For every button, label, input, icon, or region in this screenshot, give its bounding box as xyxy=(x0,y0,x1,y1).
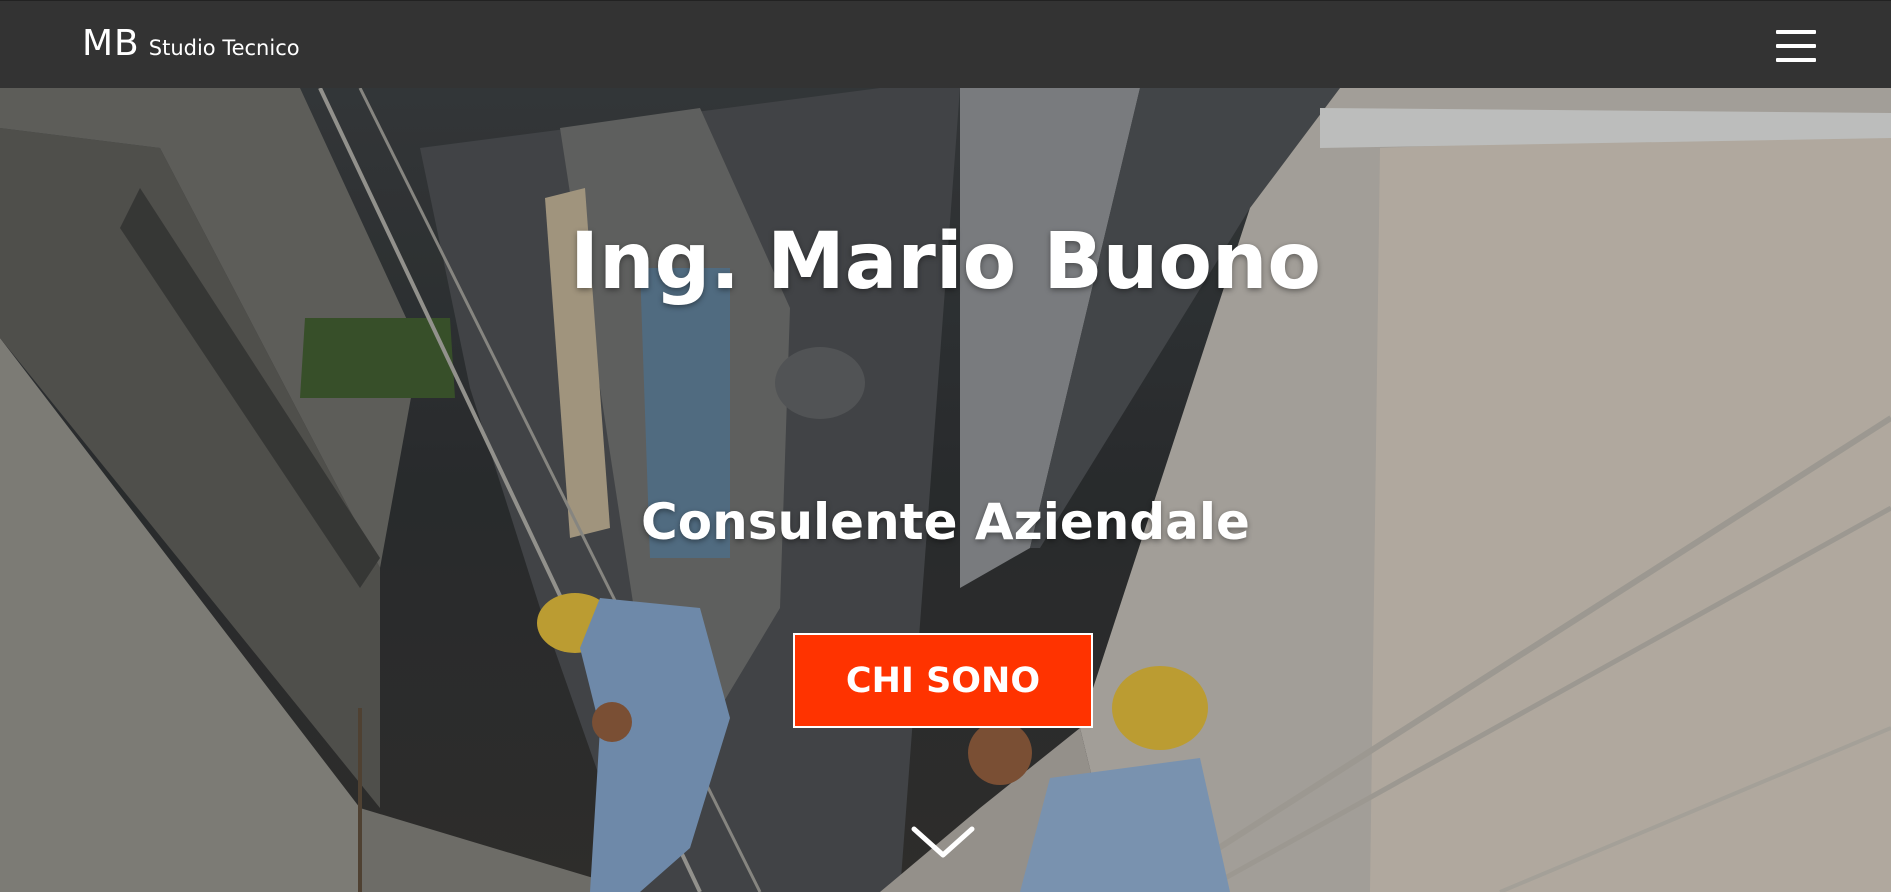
hero-subtitle: Consulente Aziendale xyxy=(641,492,1250,551)
hero-section: Ing. Mario Buono Consulente Aziendale CH… xyxy=(0,88,1891,892)
hero-overlay xyxy=(0,88,1891,892)
hero-title: Ing. Mario Buono xyxy=(569,217,1322,308)
brand-mark: MB xyxy=(82,23,140,64)
chevron-down-icon[interactable] xyxy=(910,823,976,863)
chi-sono-button[interactable]: CHI SONO xyxy=(793,633,1093,728)
navbar: MB Studio Tecnico xyxy=(0,0,1891,88)
menu-bar xyxy=(1776,30,1816,34)
menu-bar xyxy=(1776,58,1816,62)
menu-bar xyxy=(1776,44,1816,48)
brand-logo[interactable]: MB Studio Tecnico xyxy=(82,23,300,64)
brand-subtitle: Studio Tecnico xyxy=(148,36,300,60)
hamburger-menu-icon[interactable] xyxy=(1776,30,1816,62)
